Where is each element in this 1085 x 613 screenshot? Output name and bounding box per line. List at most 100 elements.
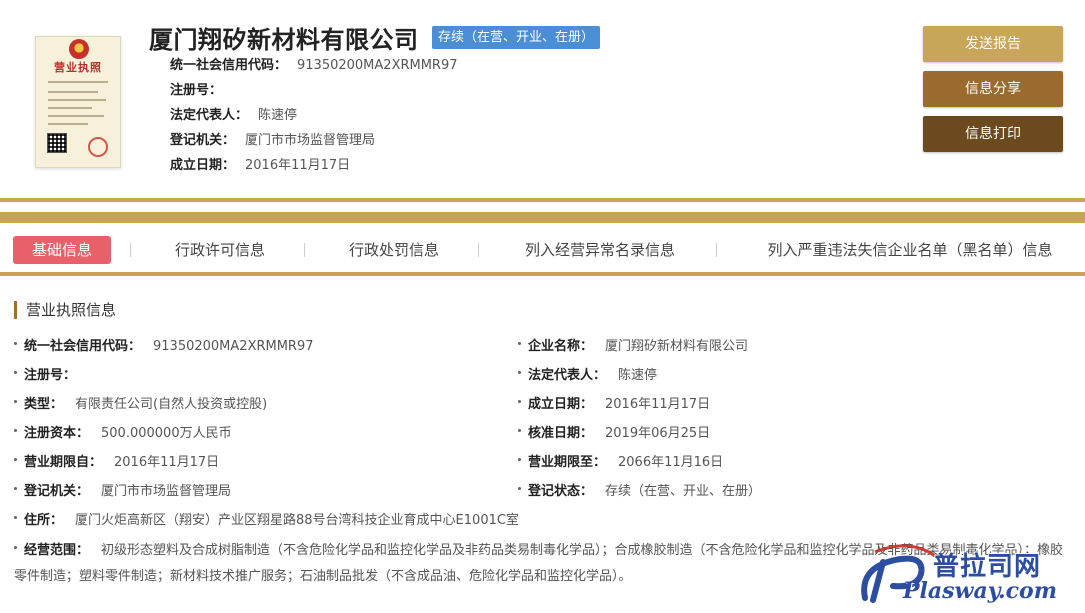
tab-blacklist[interactable]: 列入严重违法失信企业名单（黑名单）信息 xyxy=(740,236,1080,264)
national-emblem-icon xyxy=(69,39,89,59)
legal-rep-label: 法定代表人： xyxy=(170,108,249,123)
business-license-image[interactable]: 营业执照 xyxy=(35,36,121,168)
info-tabs: 基础信息 行政许可信息 行政处罚信息 列入经营异常名录信息 列入严重违法失信企业… xyxy=(0,223,1085,272)
field-label: 注册号： xyxy=(24,368,77,383)
company-header: 营业执照 厦门翔矽新材料有限公司 存续（在营、开业、在册） 统一社会信用代码： 9… xyxy=(0,0,1085,200)
field-label: 统一社会信用代码： xyxy=(24,339,142,354)
field-label: 营业期限至： xyxy=(528,455,607,470)
field-label: 注册资本： xyxy=(24,426,90,441)
field-value: 500.000000万人民币 xyxy=(101,426,232,441)
print-info-button[interactable]: 信息打印 xyxy=(923,116,1063,152)
header-credit-code-row: 统一社会信用代码： 91350200MA2XRMMR97 xyxy=(170,56,458,76)
field-type: 类型： 有限责任公司(自然人投资或控股) xyxy=(14,395,267,415)
share-info-button[interactable]: 信息分享 xyxy=(923,71,1063,107)
field-value: 2019年06月25日 xyxy=(605,426,711,441)
field-label: 登记机关： xyxy=(24,484,90,499)
field-value: 2016年11月17日 xyxy=(114,455,220,470)
tab-admin-license[interactable]: 行政许可信息 xyxy=(150,236,290,264)
send-report-button[interactable]: 发送报告 xyxy=(923,26,1063,62)
site-watermark: 普拉司网 Plasway.com xyxy=(855,538,1080,606)
field-value: 2016年11月17日 xyxy=(605,397,711,412)
license-text-line xyxy=(48,123,88,125)
tab-admin-penalty[interactable]: 行政处罚信息 xyxy=(324,236,464,264)
field-term-to: 营业期限至： 2066年11月16日 xyxy=(518,453,723,473)
license-text-line xyxy=(48,107,92,109)
license-text-line xyxy=(48,115,104,117)
tab-separator xyxy=(130,243,131,257)
tab-separator xyxy=(716,243,717,257)
field-reg-status: 登记状态： 存续（在营、开业、在册） xyxy=(518,482,761,502)
field-label: 企业名称： xyxy=(528,339,594,354)
qr-code-icon xyxy=(47,133,67,153)
bullet-icon xyxy=(518,429,521,432)
field-value: 91350200MA2XRMMR97 xyxy=(153,339,314,354)
field-value: 2066年11月16日 xyxy=(618,455,724,470)
bullet-icon xyxy=(14,400,17,403)
bullet-icon xyxy=(14,487,17,490)
field-label: 类型： xyxy=(24,397,64,412)
field-value: 有限责任公司(自然人投资或控股) xyxy=(75,397,268,412)
field-authority: 登记机关： 厦门市市场监督管理局 xyxy=(14,482,231,502)
bullet-icon xyxy=(518,487,521,490)
watermark-text-en: Plasway.com xyxy=(903,578,1057,604)
field-value: 陈速停 xyxy=(618,368,658,383)
field-label: 营业期限自： xyxy=(24,455,103,470)
gold-divider xyxy=(0,212,1085,223)
field-value: 厦门火炬高新区（翔安）产业区翔星路88号台湾科技企业育成中心E1001C室 xyxy=(75,513,519,528)
field-label: 核准日期： xyxy=(528,426,594,441)
bullet-icon xyxy=(14,516,17,519)
field-term-from: 营业期限自： 2016年11月17日 xyxy=(14,453,219,473)
status-badge: 存续（在营、开业、在册） xyxy=(432,26,601,49)
authority-value: 厦门市市场监督管理局 xyxy=(245,133,376,148)
field-company-name: 企业名称： 厦门翔矽新材料有限公司 xyxy=(518,337,748,357)
license-text-line xyxy=(48,91,98,93)
gold-divider xyxy=(0,198,1085,202)
tab-basic-info[interactable]: 基础信息 xyxy=(13,236,111,264)
field-label: 法定代表人： xyxy=(528,368,607,383)
field-reg-capital: 注册资本： 500.000000万人民币 xyxy=(14,424,232,444)
license-image-title: 营业执照 xyxy=(54,61,102,74)
established-label: 成立日期： xyxy=(170,158,236,173)
header-authority-row: 登记机关： 厦门市市场监督管理局 xyxy=(170,131,375,151)
bullet-icon xyxy=(518,342,521,345)
header-reg-no-row: 注册号： xyxy=(170,81,232,101)
field-value: 厦门市市场监督管理局 xyxy=(101,484,232,499)
business-scope-label: 经营范围： xyxy=(24,543,90,558)
bullet-icon xyxy=(518,371,521,374)
field-value: 厦门翔矽新材料有限公司 xyxy=(605,339,749,354)
legal-rep-value: 陈速停 xyxy=(258,108,298,123)
bullet-icon xyxy=(14,371,17,374)
tab-abnormal-list[interactable]: 列入经营异常名录信息 xyxy=(498,236,702,264)
section-title: 营业执照信息 xyxy=(14,301,116,319)
tab-separator xyxy=(304,243,305,257)
field-legal-rep: 法定代表人： 陈速停 xyxy=(518,366,657,386)
field-credit-code: 统一社会信用代码： 91350200MA2XRMMR97 xyxy=(14,337,314,357)
bullet-icon xyxy=(14,342,17,345)
header-legal-rep-row: 法定代表人： 陈速停 xyxy=(170,106,297,126)
field-address: 住所： 厦门火炬高新区（翔安）产业区翔星路88号台湾科技企业育成中心E1001C室 xyxy=(14,511,519,531)
bullet-icon xyxy=(518,458,521,461)
gold-divider xyxy=(0,272,1085,276)
bullet-icon xyxy=(14,546,17,549)
field-value: 存续（在营、开业、在册） xyxy=(605,484,762,499)
field-reg-no: 注册号： xyxy=(14,366,88,386)
license-text-line xyxy=(48,99,106,101)
company-name: 厦门翔矽新材料有限公司 xyxy=(149,26,419,54)
established-value: 2016年11月17日 xyxy=(245,158,351,173)
field-label: 成立日期： xyxy=(528,397,594,412)
tab-separator xyxy=(478,243,479,257)
field-approved-date: 核准日期： 2019年06月25日 xyxy=(518,424,710,444)
credit-code-label: 统一社会信用代码： xyxy=(170,58,288,73)
reg-no-label: 注册号： xyxy=(170,83,223,98)
license-text-line xyxy=(48,81,108,83)
field-label: 住所： xyxy=(24,513,64,528)
official-seal-icon xyxy=(88,137,108,157)
bullet-icon xyxy=(14,458,17,461)
bullet-icon xyxy=(14,429,17,432)
authority-label: 登记机关： xyxy=(170,133,236,148)
field-label: 登记状态： xyxy=(528,484,594,499)
bullet-icon xyxy=(518,400,521,403)
header-established-row: 成立日期： 2016年11月17日 xyxy=(170,156,350,176)
field-established: 成立日期： 2016年11月17日 xyxy=(518,395,710,415)
credit-code-value: 91350200MA2XRMMR97 xyxy=(297,58,458,73)
